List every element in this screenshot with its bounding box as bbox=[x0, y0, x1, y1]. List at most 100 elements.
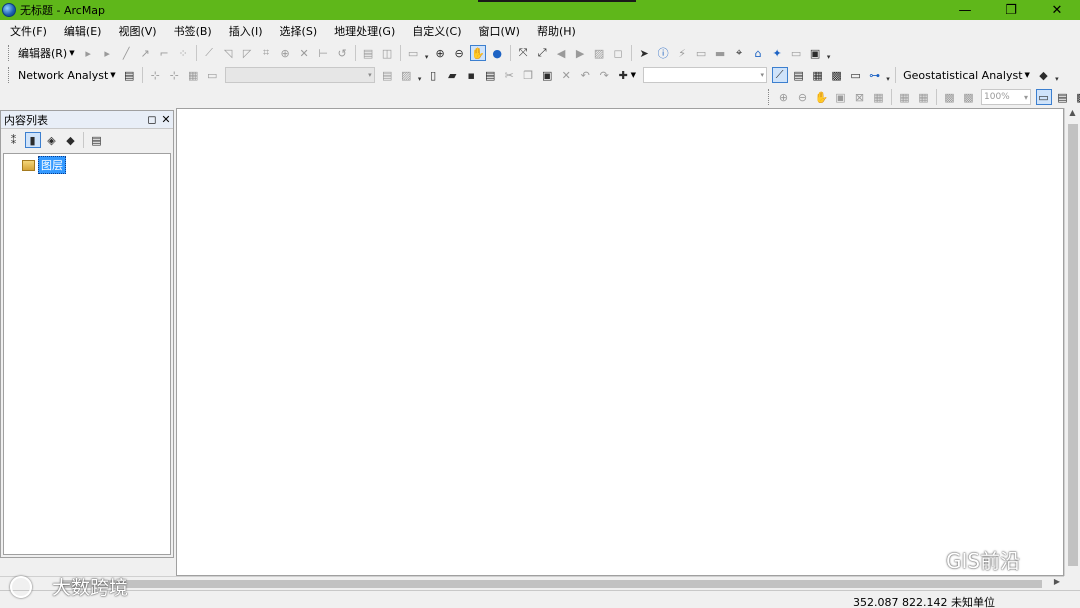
create-network-location-icon[interactable]: ⊹ bbox=[147, 67, 163, 83]
layer-label[interactable]: 图层 bbox=[38, 156, 66, 174]
copy-icon[interactable]: ❐ bbox=[520, 67, 536, 83]
network-identify-icon[interactable]: ▤ bbox=[379, 67, 395, 83]
fixed-zoom-out-icon[interactable]: ⤢ bbox=[534, 45, 550, 61]
menu-customize[interactable]: 自定义(C) bbox=[402, 23, 468, 39]
previous-extent-icon[interactable]: ▩ bbox=[942, 89, 958, 105]
time-slider-icon[interactable]: ▭ bbox=[788, 45, 804, 61]
python-window-icon[interactable]: ⊶ bbox=[867, 67, 883, 83]
zoom-in-icon[interactable]: ⊕ bbox=[432, 45, 448, 61]
go-back-icon[interactable]: ◀ bbox=[553, 45, 569, 61]
delete-icon[interactable]: ✕ bbox=[558, 67, 574, 83]
network-analyst-menu-button[interactable]: Network Analyst bbox=[14, 69, 112, 82]
horizontal-scroll-thumb[interactable] bbox=[62, 580, 1042, 588]
full-extent-globe-icon[interactable]: ● bbox=[489, 45, 505, 61]
menu-edit[interactable]: 编辑(E) bbox=[54, 23, 109, 39]
list-by-selection-icon[interactable]: ◆ bbox=[63, 132, 79, 148]
menu-geoprocessing[interactable]: 地理处理(G) bbox=[324, 23, 402, 39]
print-icon[interactable]: ▤ bbox=[482, 67, 498, 83]
horizontal-scrollbar[interactable]: ▶ bbox=[0, 576, 1064, 590]
rotate-icon[interactable]: ⊕ bbox=[277, 45, 293, 61]
toolbar-overflow-icon[interactable]: ▾ bbox=[416, 67, 424, 83]
network-analyst-window-icon[interactable]: ▤ bbox=[121, 67, 137, 83]
select-elements-arrow-icon[interactable]: ➤ bbox=[636, 45, 652, 61]
build-network-icon[interactable]: ▨ bbox=[398, 67, 414, 83]
list-by-visibility-icon[interactable]: ◈ bbox=[44, 132, 60, 148]
edit-tool-icon[interactable]: ▸ bbox=[80, 45, 96, 61]
paste-icon[interactable]: ▣ bbox=[539, 67, 555, 83]
measure-icon[interactable]: ▬ bbox=[712, 45, 728, 61]
scroll-right-icon[interactable]: ▶ bbox=[1054, 577, 1060, 586]
vertical-scroll-thumb[interactable] bbox=[1068, 124, 1078, 566]
toolbar-overflow-icon[interactable]: ▾ bbox=[1053, 67, 1061, 83]
save-icon[interactable]: ▪ bbox=[463, 67, 479, 83]
fixed-zoom-in-layout-icon[interactable]: ▦ bbox=[871, 89, 887, 105]
layout-zoom-out-icon[interactable]: ⊖ bbox=[795, 89, 811, 105]
find-binoculars-icon[interactable]: ⌖ bbox=[731, 45, 747, 61]
identify-info-icon[interactable]: ⓘ bbox=[655, 45, 671, 61]
zoom-out-icon[interactable]: ⊖ bbox=[451, 45, 467, 61]
editor-options-icon[interactable]: ▭ bbox=[405, 45, 421, 61]
select-network-location-icon[interactable]: ⊹ bbox=[166, 67, 182, 83]
toggle-draft-mode-icon[interactable]: ▭ bbox=[1035, 89, 1052, 105]
close-icon[interactable]: ✕ bbox=[159, 113, 173, 126]
create-features-icon[interactable]: ▤ bbox=[360, 45, 376, 61]
editor-toolbar-icon[interactable]: ⟋ bbox=[771, 67, 788, 83]
pan-hand-icon[interactable]: ✋ bbox=[470, 45, 487, 61]
go-back-extent-icon[interactable]: ▦ bbox=[916, 89, 932, 105]
find-route-icon[interactable]: ⌂ bbox=[750, 45, 766, 61]
sketch-properties-icon[interactable]: ↺ bbox=[334, 45, 350, 61]
menu-insert[interactable]: 插入(I) bbox=[219, 23, 270, 39]
zoom-percent-combo[interactable]: 100% bbox=[981, 89, 1031, 105]
point-icon[interactable]: ⁘ bbox=[175, 45, 191, 61]
search-window-icon[interactable]: ▩ bbox=[829, 67, 845, 83]
split-tool-icon[interactable]: ✕ bbox=[296, 45, 312, 61]
trace-icon[interactable]: ⌐ bbox=[156, 45, 172, 61]
menu-bookmarks[interactable]: 书签(B) bbox=[164, 23, 219, 39]
chevron-down-icon[interactable]: ▼ bbox=[110, 71, 115, 79]
toolbar-grip[interactable] bbox=[8, 67, 11, 83]
edit-vertices-icon[interactable]: ⟋ bbox=[201, 45, 217, 61]
editor-menu-button[interactable]: 编辑器(R) bbox=[14, 45, 71, 61]
table-of-contents-icon[interactable]: ▤ bbox=[791, 67, 807, 83]
menu-file[interactable]: 文件(F) bbox=[0, 23, 54, 39]
focus-data-frame-icon[interactable]: ▤ bbox=[1055, 89, 1071, 105]
select-features-icon[interactable]: ▨ bbox=[591, 45, 607, 61]
layout-zoom-in-icon[interactable]: ⊕ bbox=[776, 89, 792, 105]
split-icon[interactable]: ⌗ bbox=[258, 45, 274, 61]
html-popup-icon[interactable]: ▭ bbox=[693, 45, 709, 61]
toolbar-grip[interactable] bbox=[768, 89, 771, 105]
go-forward-icon[interactable]: ▶ bbox=[572, 45, 588, 61]
chevron-down-icon[interactable]: ▼ bbox=[1025, 71, 1030, 79]
solve-icon[interactable]: ▦ bbox=[185, 67, 201, 83]
straight-segment-icon[interactable]: ╱ bbox=[118, 45, 134, 61]
end-point-arc-icon[interactable]: ↗ bbox=[137, 45, 153, 61]
cut-polygons-icon[interactable]: ◸ bbox=[239, 45, 255, 61]
chevron-down-icon[interactable]: ▼ bbox=[69, 49, 74, 57]
layout-pan-icon[interactable]: ✋ bbox=[814, 89, 830, 105]
map-scale-combo[interactable]: ▾ bbox=[643, 67, 768, 83]
toolbar-overflow-icon[interactable]: ▾ bbox=[884, 67, 892, 83]
change-layout-icon[interactable]: ▩ bbox=[1074, 89, 1080, 105]
restore-button[interactable]: ❐ bbox=[988, 0, 1034, 20]
toc-options-icon[interactable]: ▤ bbox=[89, 132, 105, 148]
add-data-icon[interactable]: ✚ bbox=[615, 67, 631, 83]
map-display[interactable] bbox=[176, 108, 1064, 576]
toc-layer-list[interactable]: 图层 bbox=[3, 153, 171, 555]
undo-icon[interactable]: ↶ bbox=[577, 67, 593, 83]
zoom-whole-page-icon[interactable]: ▣ bbox=[833, 89, 849, 105]
reshape-icon[interactable]: ◹ bbox=[220, 45, 236, 61]
chevron-down-icon[interactable]: ▼ bbox=[631, 71, 636, 79]
zoom-100-icon[interactable]: ⊠ bbox=[852, 89, 868, 105]
editing-window-icon[interactable]: ◫ bbox=[379, 45, 395, 61]
go-to-xy-icon[interactable]: ✦ bbox=[769, 45, 785, 61]
list-by-drawing-order-icon[interactable]: ⁑ bbox=[6, 132, 22, 148]
network-dataset-combo[interactable]: ▾ bbox=[224, 67, 375, 83]
fixed-zoom-out-layout-icon[interactable]: ▦ bbox=[897, 89, 913, 105]
attributes-icon[interactable]: ⊢ bbox=[315, 45, 331, 61]
geostatistical-analyst-menu-button[interactable]: Geostatistical Analyst bbox=[899, 69, 1026, 82]
menu-help[interactable]: 帮助(H) bbox=[527, 23, 583, 39]
minimize-button[interactable]: — bbox=[942, 0, 988, 20]
toolbar-overflow-icon[interactable]: ▾ bbox=[423, 45, 431, 61]
create-viewer-window-icon[interactable]: ▣ bbox=[807, 45, 823, 61]
directions-window-icon[interactable]: ▭ bbox=[204, 67, 220, 83]
